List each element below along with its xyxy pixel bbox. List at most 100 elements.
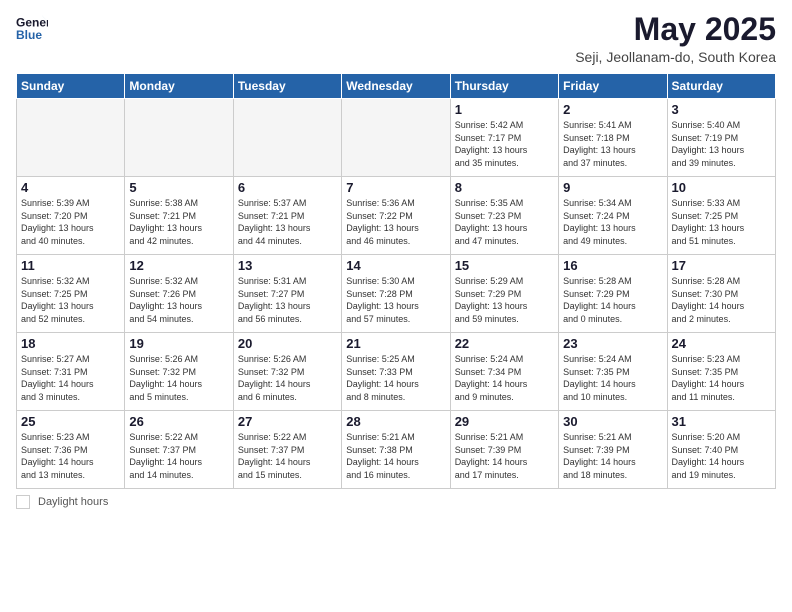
calendar-day-cell [17, 99, 125, 177]
day-number: 9 [563, 180, 662, 195]
day-number: 5 [129, 180, 228, 195]
day-info: Sunrise: 5:22 AM Sunset: 7:37 PM Dayligh… [238, 431, 337, 481]
day-number: 6 [238, 180, 337, 195]
calendar-day-cell: 6 Sunrise: 5:37 AM Sunset: 7:21 PM Daylig… [233, 177, 341, 255]
title-block: May 2025 Seji, Jeollanam-do, South Korea [575, 12, 776, 65]
calendar-day-cell: 17 Sunrise: 5:28 AM Sunset: 7:30 PM Dayli… [667, 255, 775, 333]
day-info: Sunrise: 5:26 AM Sunset: 7:32 PM Dayligh… [129, 353, 228, 403]
calendar-day-cell: 27Sunrise: 5:22 AM Sunset: 7:37 PM Dayli… [233, 411, 341, 489]
day-number: 26 [129, 414, 228, 429]
calendar-container: General Blue May 2025 Seji, Jeollanam-do… [0, 0, 792, 612]
day-number: 4 [21, 180, 120, 195]
calendar-day-cell: 20Sunrise: 5:26 AM Sunset: 7:32 PM Dayli… [233, 333, 341, 411]
calendar-week-row: 25Sunrise: 5:23 AM Sunset: 7:36 PM Dayli… [17, 411, 776, 489]
day-info: Sunrise: 5:33 AM Sunset: 7:25 PM Dayligh… [672, 197, 771, 247]
day-number: 10 [672, 180, 771, 195]
calendar-day-cell: 21Sunrise: 5:25 AM Sunset: 7:33 PM Dayli… [342, 333, 450, 411]
day-header-cell: Saturday [667, 74, 775, 99]
calendar-day-cell: 8 Sunrise: 5:35 AM Sunset: 7:23 PM Daylig… [450, 177, 558, 255]
calendar-day-cell: 4 Sunrise: 5:39 AM Sunset: 7:20 PM Daylig… [17, 177, 125, 255]
day-header-row: SundayMondayTuesdayWednesdayThursdayFrid… [17, 74, 776, 99]
day-info: Sunrise: 5:37 AM Sunset: 7:21 PM Dayligh… [238, 197, 337, 247]
calendar-day-cell: 22Sunrise: 5:24 AM Sunset: 7:34 PM Dayli… [450, 333, 558, 411]
calendar-day-cell: 16Sunrise: 5:28 AM Sunset: 7:29 PM Dayli… [559, 255, 667, 333]
svg-text:Blue: Blue [16, 28, 42, 42]
day-info: Sunrise: 5:24 AM Sunset: 7:35 PM Dayligh… [563, 353, 662, 403]
day-info: Sunrise: 5:21 AM Sunset: 7:39 PM Dayligh… [563, 431, 662, 481]
calendar-day-cell: 2 Sunrise: 5:41 AM Sunset: 7:18 PM Daylig… [559, 99, 667, 177]
location-subtitle: Seji, Jeollanam-do, South Korea [575, 49, 776, 65]
day-info: Sunrise: 5:38 AM Sunset: 7:21 PM Dayligh… [129, 197, 228, 247]
day-number: 3 [672, 102, 771, 117]
calendar-day-cell: 10 Sunrise: 5:33 AM Sunset: 7:25 PM Dayli… [667, 177, 775, 255]
day-number: 24 [672, 336, 771, 351]
day-info: Sunrise: 5:32 AM Sunset: 7:25 PM Dayligh… [21, 275, 120, 325]
day-info: Sunrise: 5:26 AM Sunset: 7:32 PM Dayligh… [238, 353, 337, 403]
day-info: Sunrise: 5:31 AM Sunset: 7:27 PM Dayligh… [238, 275, 337, 325]
calendar-day-cell: 9 Sunrise: 5:34 AM Sunset: 7:24 PM Daylig… [559, 177, 667, 255]
header: General Blue May 2025 Seji, Jeollanam-do… [16, 12, 776, 65]
calendar-day-cell: 19 Sunrise: 5:26 AM Sunset: 7:32 PM Dayli… [125, 333, 233, 411]
calendar-day-cell [125, 99, 233, 177]
day-number: 2 [563, 102, 662, 117]
day-info: Sunrise: 5:24 AM Sunset: 7:34 PM Dayligh… [455, 353, 554, 403]
calendar-day-cell: 28Sunrise: 5:21 AM Sunset: 7:38 PM Dayli… [342, 411, 450, 489]
calendar-day-cell: 25Sunrise: 5:23 AM Sunset: 7:36 PM Dayli… [17, 411, 125, 489]
day-info: Sunrise: 5:36 AM Sunset: 7:22 PM Dayligh… [346, 197, 445, 247]
logo: General Blue [16, 12, 48, 44]
day-header-cell: Wednesday [342, 74, 450, 99]
day-number: 18 [21, 336, 120, 351]
day-info: Sunrise: 5:21 AM Sunset: 7:39 PM Dayligh… [455, 431, 554, 481]
day-number: 15 [455, 258, 554, 273]
day-header-cell: Thursday [450, 74, 558, 99]
calendar-day-cell: 31Sunrise: 5:20 AM Sunset: 7:40 PM Dayli… [667, 411, 775, 489]
calendar-day-cell: 11 Sunrise: 5:32 AM Sunset: 7:25 PM Dayli… [17, 255, 125, 333]
day-info: Sunrise: 5:30 AM Sunset: 7:28 PM Dayligh… [346, 275, 445, 325]
calendar-day-cell: 18 Sunrise: 5:27 AM Sunset: 7:31 PM Dayli… [17, 333, 125, 411]
day-info: Sunrise: 5:27 AM Sunset: 7:31 PM Dayligh… [21, 353, 120, 403]
day-number: 14 [346, 258, 445, 273]
month-title: May 2025 [575, 12, 776, 47]
day-info: Sunrise: 5:22 AM Sunset: 7:37 PM Dayligh… [129, 431, 228, 481]
day-info: Sunrise: 5:28 AM Sunset: 7:30 PM Dayligh… [672, 275, 771, 325]
calendar-day-cell [233, 99, 341, 177]
day-header-cell: Tuesday [233, 74, 341, 99]
day-number: 1 [455, 102, 554, 117]
calendar-day-cell: 30 Sunrise: 5:21 AM Sunset: 7:39 PM Dayli… [559, 411, 667, 489]
svg-text:General: General [16, 15, 48, 29]
day-info: Sunrise: 5:35 AM Sunset: 7:23 PM Dayligh… [455, 197, 554, 247]
calendar-day-cell: 24 Sunrise: 5:23 AM Sunset: 7:35 PM Dayli… [667, 333, 775, 411]
calendar-day-cell [342, 99, 450, 177]
day-header-cell: Friday [559, 74, 667, 99]
day-info: Sunrise: 5:41 AM Sunset: 7:18 PM Dayligh… [563, 119, 662, 169]
calendar-week-row: 11 Sunrise: 5:32 AM Sunset: 7:25 PM Dayli… [17, 255, 776, 333]
calendar-day-cell: 14 Sunrise: 5:30 AM Sunset: 7:28 PM Dayli… [342, 255, 450, 333]
day-info: Sunrise: 5:39 AM Sunset: 7:20 PM Dayligh… [21, 197, 120, 247]
day-number: 29 [455, 414, 554, 429]
day-number: 7 [346, 180, 445, 195]
calendar-day-cell: 5 Sunrise: 5:38 AM Sunset: 7:21 PM Daylig… [125, 177, 233, 255]
day-number: 16 [563, 258, 662, 273]
day-info: Sunrise: 5:34 AM Sunset: 7:24 PM Dayligh… [563, 197, 662, 247]
day-number: 12 [129, 258, 228, 273]
day-number: 30 [563, 414, 662, 429]
day-number: 17 [672, 258, 771, 273]
calendar-day-cell: 1Sunrise: 5:42 AM Sunset: 7:17 PM Daylig… [450, 99, 558, 177]
day-header-cell: Monday [125, 74, 233, 99]
calendar-week-row: 18 Sunrise: 5:27 AM Sunset: 7:31 PM Dayli… [17, 333, 776, 411]
calendar-day-cell: 13 Sunrise: 5:31 AM Sunset: 7:27 PM Dayli… [233, 255, 341, 333]
day-number: 11 [21, 258, 120, 273]
calendar-table: SundayMondayTuesdayWednesdayThursdayFrid… [16, 73, 776, 489]
calendar-day-cell: 7 Sunrise: 5:36 AM Sunset: 7:22 PM Daylig… [342, 177, 450, 255]
day-number: 13 [238, 258, 337, 273]
logo-icon: General Blue [16, 12, 48, 44]
day-number: 8 [455, 180, 554, 195]
calendar-day-cell: 15 Sunrise: 5:29 AM Sunset: 7:29 PM Dayli… [450, 255, 558, 333]
day-number: 31 [672, 414, 771, 429]
day-info: Sunrise: 5:23 AM Sunset: 7:35 PM Dayligh… [672, 353, 771, 403]
footer: Daylight hours [16, 495, 776, 509]
daylight-label: Daylight hours [38, 496, 108, 508]
day-info: Sunrise: 5:29 AM Sunset: 7:29 PM Dayligh… [455, 275, 554, 325]
day-number: 19 [129, 336, 228, 351]
calendar-day-cell: 12Sunrise: 5:32 AM Sunset: 7:26 PM Dayli… [125, 255, 233, 333]
